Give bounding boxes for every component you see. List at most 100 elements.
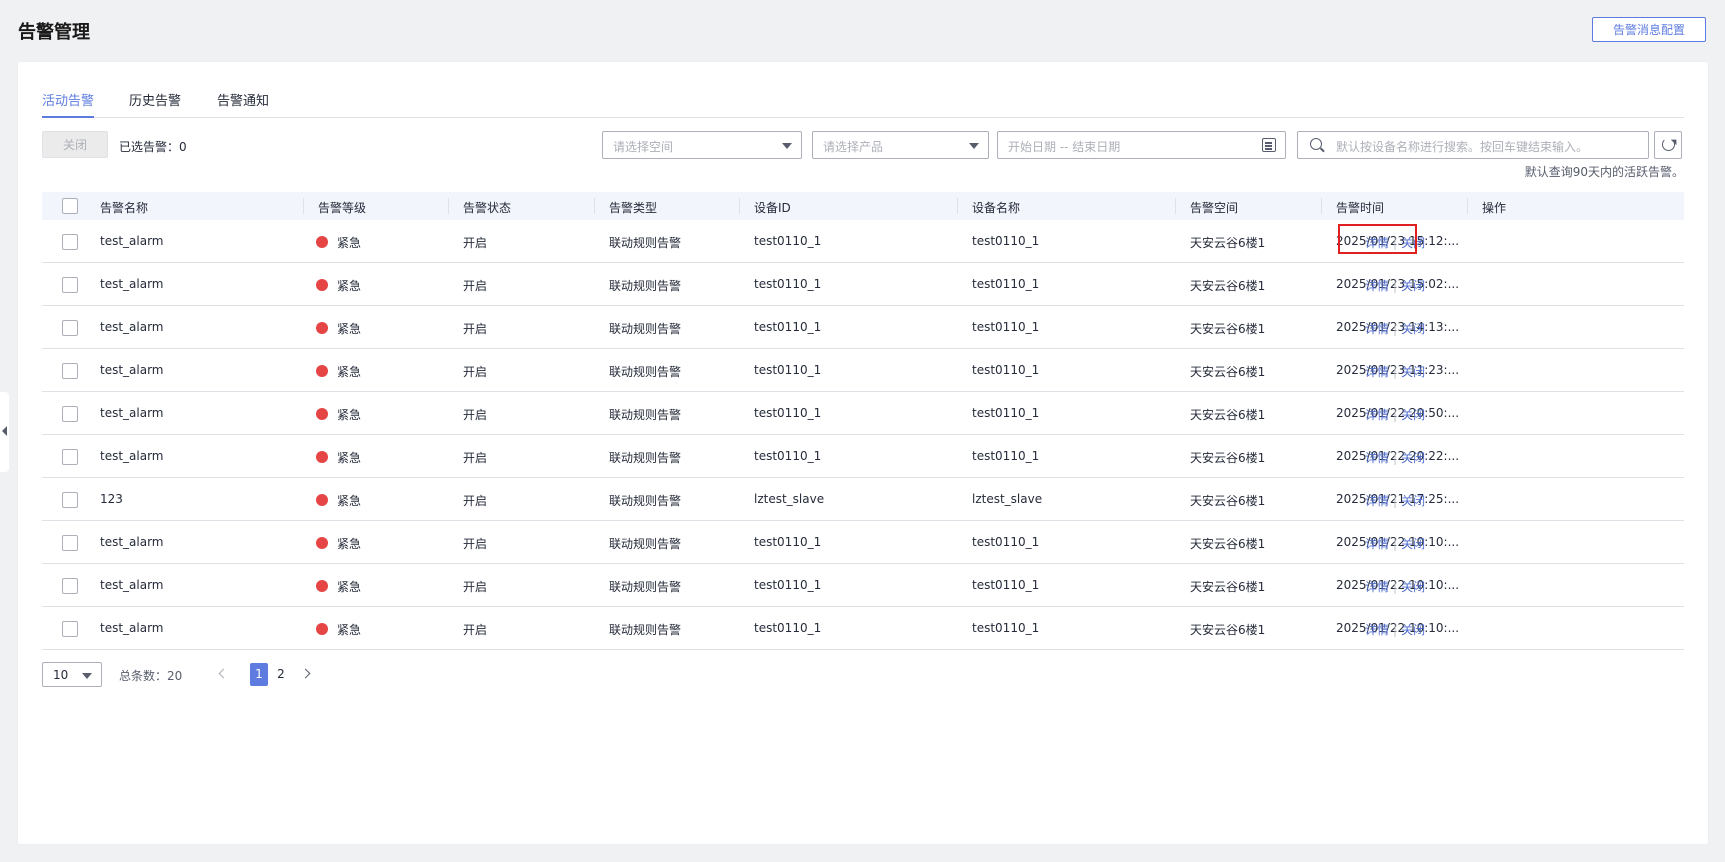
close-link[interactable]: 关闭 — [1401, 623, 1425, 637]
row-checkbox[interactable] — [62, 234, 78, 250]
row-checkbox[interactable] — [62, 578, 78, 594]
cell-name: 123 — [100, 492, 123, 506]
chevron-left-icon[interactable] — [218, 668, 229, 679]
row-checkbox[interactable] — [62, 277, 78, 293]
space-select[interactable]: 请选择空间 — [602, 131, 802, 159]
action-separator: | — [1393, 408, 1398, 422]
cell-type: 联动规则告警 — [609, 408, 682, 422]
page-2-button[interactable]: 2 — [272, 663, 290, 686]
row-checkbox[interactable] — [62, 449, 78, 465]
close-selected-button[interactable]: 关闭 — [42, 131, 108, 158]
row-checkbox[interactable] — [62, 406, 78, 422]
row-checkbox[interactable] — [62, 320, 78, 336]
cell-space: 天安云谷6楼1 — [1190, 236, 1266, 250]
cell-device-name: test0110_1 — [972, 406, 1040, 420]
calendar-icon[interactable] — [1262, 138, 1276, 152]
caret-down-icon — [969, 143, 979, 149]
action-separator: | — [1393, 279, 1398, 293]
urgent-level-dot-icon — [316, 408, 328, 420]
row-checkbox[interactable] — [62, 363, 78, 379]
page-size-select[interactable]: 10 — [42, 662, 102, 687]
cell-device-name: test0110_1 — [972, 621, 1040, 635]
detail-link[interactable]: 详情 — [1365, 494, 1389, 508]
close-link[interactable]: 关闭 — [1401, 494, 1425, 508]
cell-device-id: test0110_1 — [754, 406, 822, 420]
column-header: 设备ID — [754, 201, 791, 215]
cell-type: 联动规则告警 — [609, 580, 682, 594]
tab-history-alarms[interactable]: 历史告警 — [129, 90, 181, 118]
cell-space: 天安云谷6楼1 — [1190, 322, 1266, 336]
row-checkbox[interactable] — [62, 621, 78, 637]
detail-link[interactable]: 详情 — [1365, 408, 1389, 422]
column-divider — [1175, 198, 1176, 214]
row-checkbox[interactable] — [62, 535, 78, 551]
cell-status: 开启 — [463, 537, 488, 551]
cell-space: 天安云谷6楼1 — [1190, 623, 1266, 637]
detail-link[interactable]: 详情 — [1365, 537, 1389, 551]
cell-status: 开启 — [463, 623, 488, 637]
search-icon — [1310, 138, 1322, 150]
refresh-button[interactable] — [1654, 131, 1682, 159]
cell-device-name: test0110_1 — [972, 449, 1040, 463]
cell-level: 紧急 — [337, 580, 362, 594]
cell-space: 天安云谷6楼1 — [1190, 451, 1266, 465]
close-link[interactable]: 关闭 — [1401, 451, 1425, 465]
close-link[interactable]: 关闭 — [1401, 537, 1425, 551]
caret-down-icon — [82, 673, 92, 679]
table-row: test_alarm 紧急 开启 联动规则告警 test0110_1 test0110_1… — [42, 607, 1684, 650]
cell-device-id: test0110_1 — [754, 363, 822, 377]
cell-name: test_alarm — [100, 449, 164, 463]
cell-level: 紧急 — [337, 451, 362, 465]
row-checkbox[interactable] — [62, 492, 78, 508]
table-row: test_alarm 紧急 开启 联动规则告警 test0110_1 test0110_1… — [42, 263, 1684, 306]
action-separator: | — [1393, 451, 1398, 465]
cell-device-name: test0110_1 — [972, 578, 1040, 592]
chevron-right-icon[interactable] — [300, 668, 311, 679]
date-range-placeholder: 开始日期 -- 结束日期 — [1008, 140, 1121, 154]
tab-alarm-notifications[interactable]: 告警通知 — [217, 90, 269, 118]
detail-link[interactable]: 详情 — [1365, 365, 1389, 379]
alarm-table: 告警名称 告警等级 告警状态 告警类型 设备ID 设备名称 告警空间 告警时间 … — [42, 192, 1684, 650]
select-all-checkbox[interactable] — [62, 198, 78, 214]
close-link[interactable]: 关闭 — [1401, 365, 1425, 379]
cell-status: 开启 — [463, 494, 488, 508]
table-row: test_alarm 紧急 开启 联动规则告警 test0110_1 test0110_1… — [42, 306, 1684, 349]
action-separator: | — [1393, 322, 1398, 336]
date-range-picker[interactable]: 开始日期 -- 结束日期 — [997, 131, 1286, 159]
cell-space: 天安云谷6楼1 — [1190, 537, 1266, 551]
detail-link[interactable]: 详情 — [1365, 279, 1389, 293]
detail-link[interactable]: 详情 — [1365, 451, 1389, 465]
close-link[interactable]: 关闭 — [1401, 408, 1425, 422]
action-separator: | — [1393, 365, 1398, 379]
cell-space: 天安云谷6楼1 — [1190, 365, 1266, 379]
table-row: test_alarm 紧急 开启 联动规则告警 test0110_1 test0110_1… — [42, 392, 1684, 435]
detail-link[interactable]: 详情 — [1365, 623, 1389, 637]
column-header: 操作 — [1482, 201, 1507, 215]
urgent-level-dot-icon — [316, 623, 328, 635]
cell-device-name: test0110_1 — [972, 234, 1040, 248]
detail-link[interactable]: 详情 — [1365, 580, 1389, 594]
cell-device-name: lztest_slave — [972, 492, 1043, 506]
action-separator: | — [1393, 537, 1398, 551]
row-actions: 详情 | 关闭 — [1365, 578, 1425, 595]
sidebar-collapse-toggle[interactable] — [0, 392, 9, 472]
alarm-message-config-button[interactable]: 告警消息配置 — [1592, 17, 1706, 42]
page-1-button[interactable]: 1 — [250, 663, 268, 686]
close-link[interactable]: 关闭 — [1401, 322, 1425, 336]
cell-type: 联动规则告警 — [609, 365, 682, 379]
cell-device-id: test0110_1 — [754, 277, 822, 291]
caret-down-icon — [782, 143, 792, 149]
cell-type: 联动规则告警 — [609, 279, 682, 293]
search-input[interactable]: 默认按设备名称进行搜索。按回车键结束输入。 — [1297, 131, 1649, 159]
detail-link[interactable]: 详情 — [1365, 322, 1389, 336]
row-actions: 详情 | 关闭 — [1365, 277, 1425, 294]
close-link[interactable]: 关闭 — [1401, 279, 1425, 293]
cell-space: 天安云谷6楼1 — [1190, 494, 1266, 508]
cell-space: 天安云谷6楼1 — [1190, 408, 1266, 422]
column-divider — [739, 198, 740, 214]
product-select-placeholder: 请选择产品 — [823, 140, 884, 154]
close-link[interactable]: 关闭 — [1401, 580, 1425, 594]
tab-active-alarms[interactable]: 活动告警 — [42, 90, 95, 118]
urgent-level-dot-icon — [316, 537, 328, 549]
product-select[interactable]: 请选择产品 — [812, 131, 989, 159]
